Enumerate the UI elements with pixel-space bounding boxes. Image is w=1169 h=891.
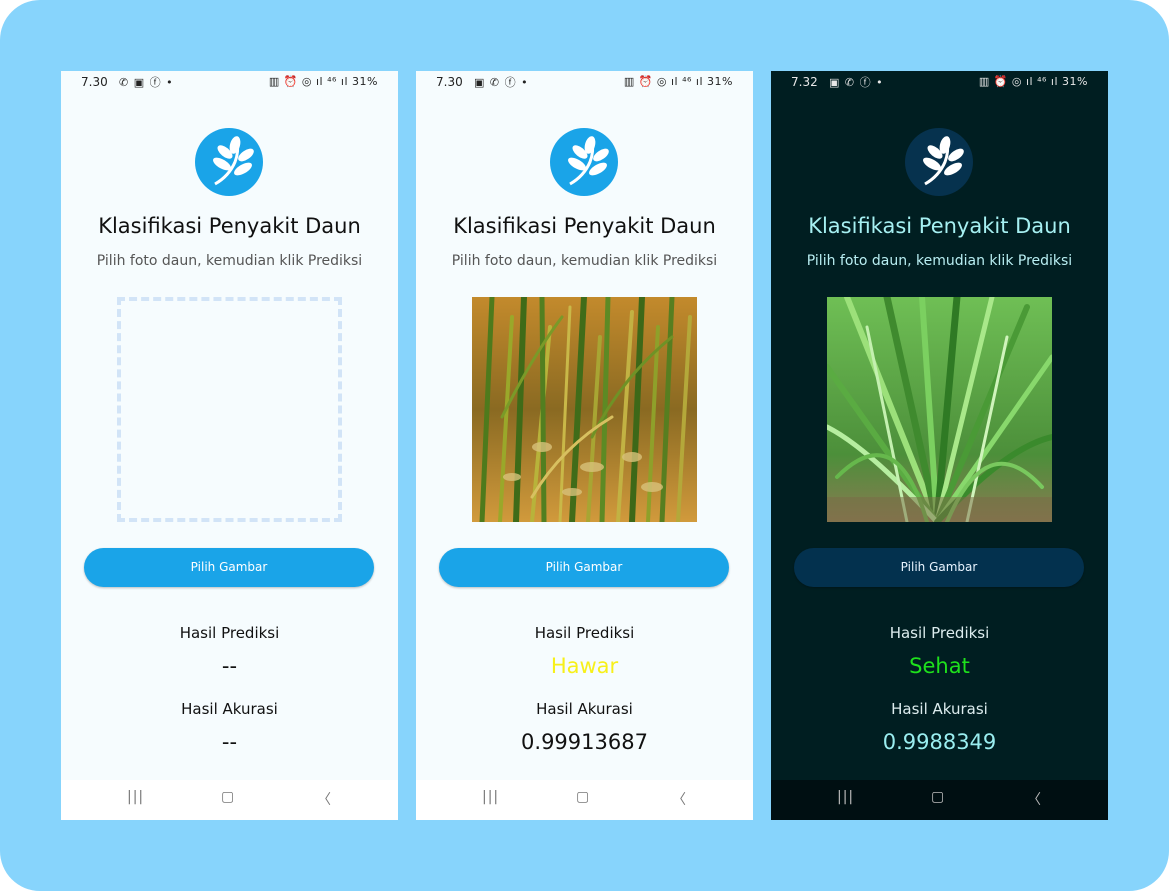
- app-title: Klasifikasi Penyakit Daun: [808, 214, 1071, 238]
- phone-screen-hawar: 7.30 ▣ ✆ ⓕ • ▥ ⏰ ◎ ıl ⁴⁶ ıl 31% Klasifik…: [416, 71, 753, 820]
- accuracy-label: Hasil Akurasi: [891, 700, 988, 718]
- prediction-value: Hawar: [550, 654, 619, 678]
- home-icon[interactable]: ▢: [576, 789, 589, 805]
- app-subtitle: Pilih foto daun, kemudian klik Prediksi: [451, 253, 718, 269]
- back-icon[interactable]: 〈: [317, 789, 331, 809]
- leaf-logo-icon: [550, 128, 618, 196]
- pick-image-button[interactable]: Pilih Gambar: [439, 548, 729, 587]
- accuracy-value: 0.99913687: [521, 730, 648, 754]
- notification-icons: ▣ ✆ ⓕ •: [474, 76, 529, 89]
- battery-indicator: ▥ ⏰ ◎ ıl ⁴⁶ ıl 31%: [268, 75, 378, 88]
- app-title: Klasifikasi Penyakit Daun: [453, 214, 716, 238]
- app-subtitle: Pilih foto daun, kemudian klik Prediksi: [96, 253, 363, 269]
- prediction-label: Hasil Prediksi: [534, 624, 635, 642]
- prediction-label: Hasil Prediksi: [889, 624, 990, 642]
- recents-icon[interactable]: |||: [837, 789, 854, 805]
- leaf-logo-icon: [905, 128, 973, 196]
- battery-indicator: ▥ ⏰ ◎ ıl ⁴⁶ ıl 31%: [978, 75, 1088, 88]
- rice-plant-photo-green: [827, 297, 1052, 522]
- app-subtitle: Pilih foto daun, kemudian klik Prediksi: [806, 253, 1073, 269]
- status-bar: 7.32 ▣ ✆ ⓕ • ▥ ⏰ ◎ ıl ⁴⁶ ıl 31%: [771, 71, 1108, 95]
- phone-screen-sehat: 7.32 ▣ ✆ ⓕ • ▥ ⏰ ◎ ıl ⁴⁶ ıl 31% Klasifik…: [771, 71, 1108, 820]
- status-time: 7.32: [791, 75, 818, 89]
- notification-icons: ✆ ▣ ⓕ •: [119, 76, 174, 89]
- accuracy-value: 0.9988349: [882, 730, 997, 754]
- battery-indicator: ▥ ⏰ ◎ ıl ⁴⁶ ıl 31%: [623, 75, 733, 88]
- nav-bar: ||| ▢ 〈: [416, 780, 753, 820]
- status-time: 7.30: [81, 75, 108, 89]
- status-bar: 7.30 ✆ ▣ ⓕ • ▥ ⏰ ◎ ıl ⁴⁶ ıl 31%: [61, 71, 398, 95]
- image-placeholder[interactable]: [117, 297, 342, 522]
- nav-bar: ||| ▢ 〈: [771, 780, 1108, 820]
- status-bar: 7.30 ▣ ✆ ⓕ • ▥ ⏰ ◎ ıl ⁴⁶ ıl 31%: [416, 71, 753, 95]
- app-title: Klasifikasi Penyakit Daun: [98, 214, 361, 238]
- home-icon[interactable]: ▢: [931, 789, 944, 805]
- notification-icons: ▣ ✆ ⓕ •: [829, 76, 884, 89]
- accuracy-value: --: [221, 730, 238, 754]
- recents-icon[interactable]: |||: [482, 789, 499, 805]
- prediction-value: --: [221, 654, 238, 678]
- rice-plant-photo-yellow: [472, 297, 697, 522]
- prediction-value: Sehat: [909, 654, 970, 678]
- leaf-logo-icon: [195, 128, 263, 196]
- pick-image-button[interactable]: Pilih Gambar: [84, 548, 374, 587]
- recents-icon[interactable]: |||: [127, 789, 144, 805]
- back-icon[interactable]: 〈: [1027, 789, 1041, 809]
- showcase-background: 7.30 ✆ ▣ ⓕ • ▥ ⏰ ◎ ıl ⁴⁶ ıl 31% Klasifik…: [0, 0, 1169, 891]
- pick-image-button[interactable]: Pilih Gambar: [794, 548, 1084, 587]
- phone-screen-empty: 7.30 ✆ ▣ ⓕ • ▥ ⏰ ◎ ıl ⁴⁶ ıl 31% Klasifik…: [61, 71, 398, 820]
- nav-bar: ||| ▢ 〈: [61, 780, 398, 820]
- status-time: 7.30: [436, 75, 463, 89]
- back-icon[interactable]: 〈: [672, 789, 686, 809]
- prediction-label: Hasil Prediksi: [179, 624, 280, 642]
- accuracy-label: Hasil Akurasi: [536, 700, 633, 718]
- home-icon[interactable]: ▢: [221, 789, 234, 805]
- accuracy-label: Hasil Akurasi: [181, 700, 278, 718]
